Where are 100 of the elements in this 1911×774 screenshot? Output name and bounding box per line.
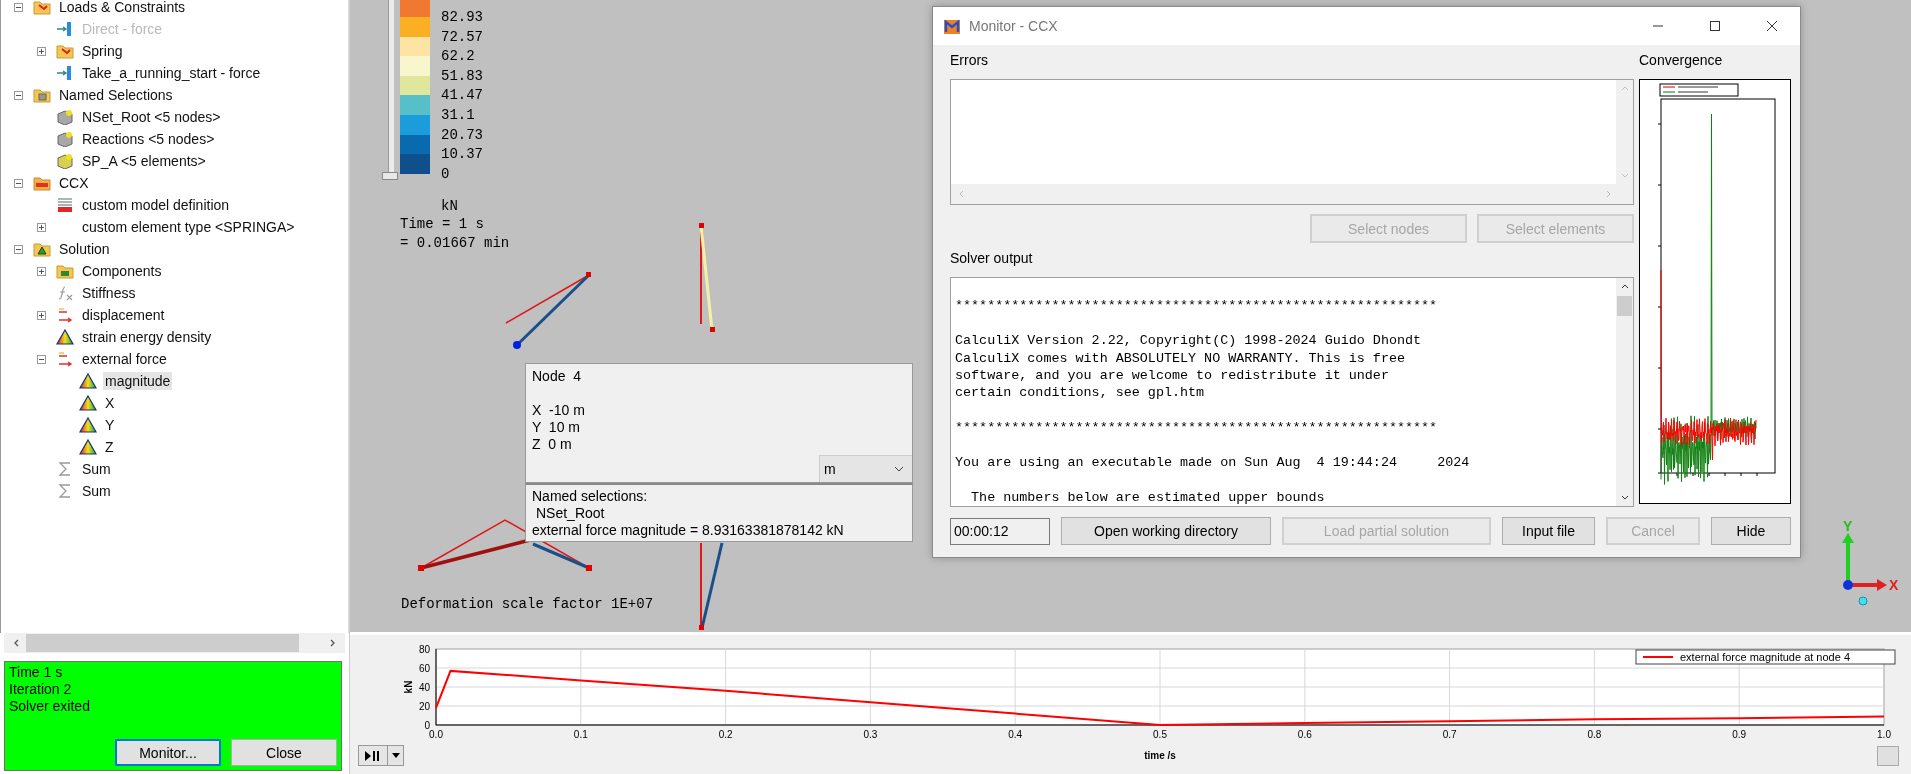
expand-toggle[interactable] xyxy=(14,2,23,12)
expand-toggle[interactable] xyxy=(37,46,46,56)
arrows-icon xyxy=(56,307,74,323)
tree-item[interactable]: strain energy density xyxy=(80,328,214,346)
cube-icon xyxy=(56,153,74,169)
tree-item[interactable]: Take_a_running_start - force xyxy=(80,64,263,82)
tree-item[interactable]: NSet_Root <5 nodes> xyxy=(80,108,223,126)
x-tick-label: 0.5 xyxy=(1153,729,1167,740)
close-icon xyxy=(1765,20,1778,32)
contour-triangle-icon xyxy=(79,395,97,411)
horizontal-scrollbar[interactable] xyxy=(4,633,345,653)
x-axis-label: X xyxy=(1889,577,1899,593)
status-text: Time 1 s xyxy=(9,664,64,681)
tree-item[interactable]: Components xyxy=(80,262,164,280)
contour-triangle-icon xyxy=(79,439,97,455)
coordinate-text: Y 10 m xyxy=(532,419,581,436)
coordinate-text: X -10 m xyxy=(532,402,586,419)
solver-output-text: ************************************************************ CalculiX Version 2.22, Copyright(C) 1998-2024 Guido Dhondt CalculiX comes with ABSOLUTELY NO WARRANTY. This is free software, and you are welcome to redistribute it under certain conditions, see gpl.htm ************************************************************ You are using an executable made on Sun Aug 4 19:44:24 2024 The numbers below are estimated upper bounds xyxy=(954,297,1471,506)
tree-item[interactable]: Named Selections xyxy=(57,86,175,104)
selection-name: NSet_Root xyxy=(535,505,606,522)
expand-toggle[interactable] xyxy=(14,244,23,254)
dropdown-button[interactable] xyxy=(388,745,404,766)
slider-handle[interactable] xyxy=(382,172,398,180)
close-button[interactable]: Close xyxy=(231,739,337,766)
tree-item[interactable]: SP_A <5 elements> xyxy=(80,152,208,170)
folder-icon xyxy=(33,175,51,191)
elapsed-time-field[interactable]: 00:00:12 xyxy=(950,517,1050,545)
expand-toggle[interactable] xyxy=(37,310,46,320)
solver-output-label: Solver output xyxy=(950,250,1034,267)
expand-toggle[interactable] xyxy=(37,222,46,232)
contour-triangle-icon xyxy=(79,417,97,433)
folder-icon xyxy=(33,87,51,103)
tree-item[interactable]: Y xyxy=(103,416,117,434)
caret-icon xyxy=(391,753,400,758)
document-lines-icon xyxy=(56,197,74,213)
scrollbar-thumb[interactable] xyxy=(26,634,299,652)
x-tick-label: 0.1 xyxy=(573,729,588,740)
monitor-action-button[interactable]: Input file xyxy=(1502,517,1595,545)
time-text: = 0.01667 min xyxy=(400,234,510,253)
x-tick-label: 0.6 xyxy=(1297,729,1312,740)
y-tick-label: 20 xyxy=(418,700,430,712)
x-tick-label: 0.3 xyxy=(863,729,878,740)
monitor-button[interactable]: Monitor... xyxy=(115,739,221,766)
tree-item[interactable]: custom model definition xyxy=(80,196,232,214)
force-arrow-icon xyxy=(56,65,74,81)
tree-item[interactable]: Z xyxy=(103,438,116,456)
tree-item[interactable]: Stiffness xyxy=(80,284,138,302)
status-text: Iteration 2 xyxy=(9,681,73,698)
cube-icon xyxy=(56,109,74,125)
x-tick-label: 0.2 xyxy=(718,729,733,740)
arrows-icon xyxy=(56,351,74,367)
x-tick-label: 0.4 xyxy=(1008,729,1023,740)
expand-toggle[interactable] xyxy=(14,90,23,100)
y-axis-title: kN xyxy=(403,680,414,694)
folder-icon xyxy=(33,241,51,257)
tree-item[interactable]: external force xyxy=(80,350,169,368)
force-arrow-icon xyxy=(56,21,74,37)
monitor-action-button[interactable]: Hide xyxy=(1711,517,1791,545)
folder-icon xyxy=(56,263,74,279)
play-pause-button[interactable] xyxy=(358,745,388,766)
expand-toggle[interactable] xyxy=(14,178,23,188)
result-text: external force magnitude = 8.93163381878142 kN xyxy=(532,522,845,539)
3d-viewport[interactable] xyxy=(350,0,1911,635)
scrollbar-thumb[interactable] xyxy=(1617,296,1632,316)
tree-item[interactable]: Loads & Constraints xyxy=(57,0,188,16)
solver-output-text-area[interactable] xyxy=(950,277,1634,507)
x-tick-label: 0.0 xyxy=(429,729,443,740)
x-tick-label: 0.9 xyxy=(1732,729,1747,740)
tree-item[interactable]: displacement xyxy=(80,306,167,324)
errors-label: Errors xyxy=(950,52,990,69)
window-title: Monitor - CCX xyxy=(969,18,1058,34)
legend-value: 51.83 xyxy=(441,68,483,83)
contour-triangle-icon xyxy=(56,329,74,345)
tree-item[interactable]: custom element type <SPRINGA> xyxy=(80,218,297,236)
expand-toggle[interactable] xyxy=(37,266,46,276)
tree-item[interactable]: Spring xyxy=(80,42,125,60)
cube-icon xyxy=(56,131,74,147)
y-axis-label: Y xyxy=(1843,518,1853,534)
tree-item[interactable]: X xyxy=(103,394,117,412)
legend-value: 20.73 xyxy=(441,127,483,142)
tree-item[interactable]: Sum xyxy=(80,482,113,500)
x-tick-label: 0.7 xyxy=(1442,729,1457,740)
time-text: Time = 1 s xyxy=(400,215,484,234)
tree-item[interactable]: CCX xyxy=(57,174,91,192)
unit-dropdown[interactable]: m xyxy=(819,455,912,482)
convergence-label: Convergence xyxy=(1639,52,1724,69)
legend-line xyxy=(1642,656,1674,658)
play-pause-icon xyxy=(364,749,382,762)
selections-heading: Named selections: xyxy=(532,488,649,505)
tree-item[interactable]: Reactions <5 nodes> xyxy=(80,130,217,148)
maximize-icon xyxy=(1708,20,1721,32)
legend-range-slider[interactable] xyxy=(380,0,400,180)
tree-item[interactable]: magnitude xyxy=(103,372,173,390)
legend-value: 62.2 xyxy=(441,49,475,64)
expand-toggle[interactable] xyxy=(37,354,46,364)
tree-item[interactable]: Sum xyxy=(80,460,113,478)
contour-triangle-icon xyxy=(79,373,97,389)
monitor-action-button[interactable]: Open working directory xyxy=(1061,517,1271,545)
tree-item[interactable]: Solution xyxy=(57,240,112,258)
chevron-down-icon xyxy=(894,466,904,472)
